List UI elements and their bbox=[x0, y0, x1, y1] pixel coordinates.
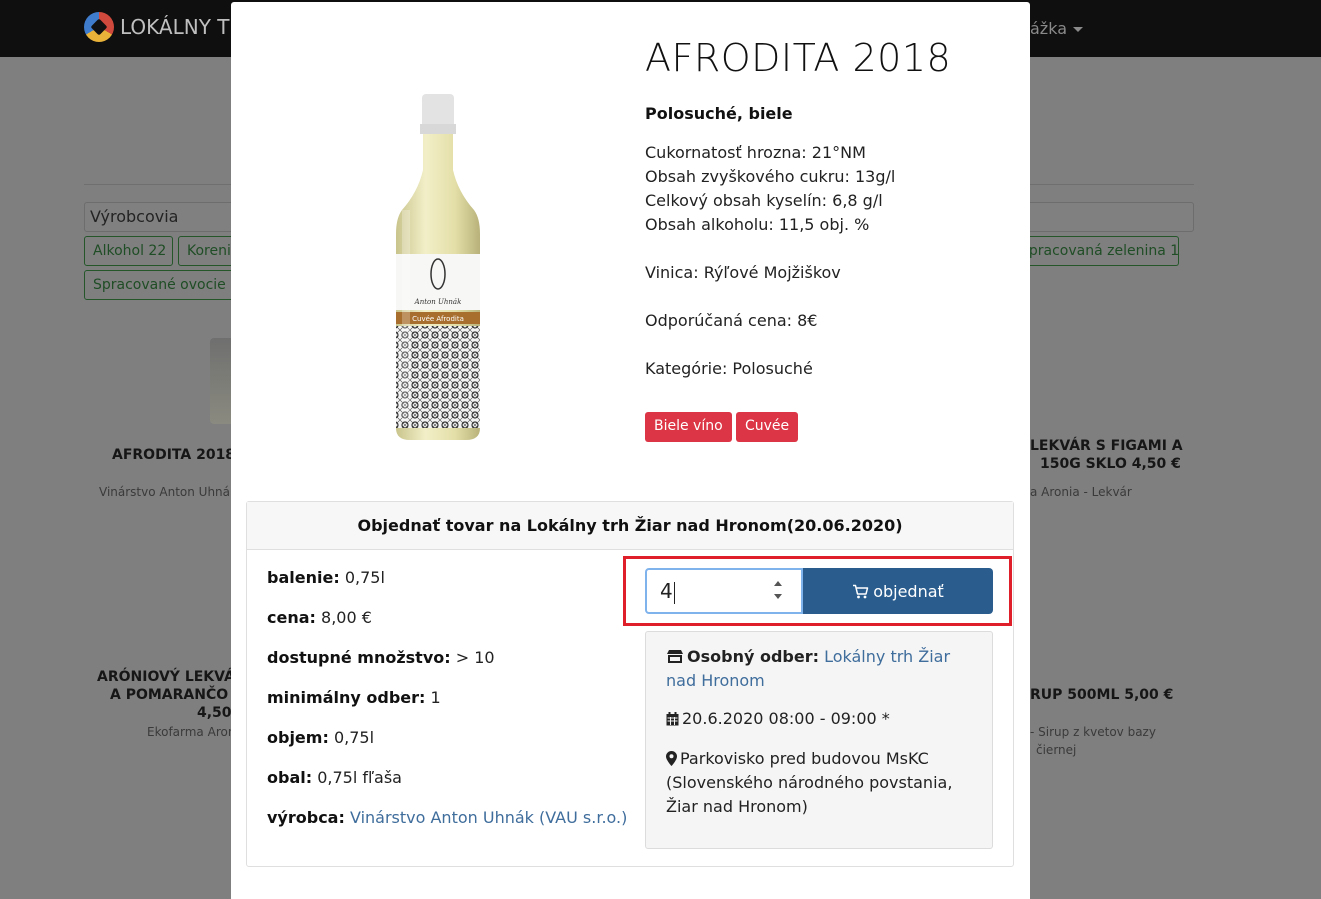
order-button-label: objednať bbox=[873, 581, 944, 601]
detail-value: 0,75l fľaša bbox=[317, 768, 402, 787]
detail-label: minimálny odber: bbox=[267, 688, 426, 707]
detail-label: výrobca: bbox=[267, 808, 345, 827]
filter-tag[interactable]: Alkohol 22 bbox=[84, 236, 173, 266]
pickup-datetime-text: 20.6.2020 08:00 - 09:00 * bbox=[682, 709, 890, 728]
detail-min-order: minimálny odber: 1 bbox=[267, 688, 441, 707]
spec-categories: Kategórie: Polosuché bbox=[645, 359, 813, 378]
brand-logo-icon bbox=[84, 12, 114, 42]
product-card-title[interactable]: AFRODITA 2018 bbox=[112, 447, 235, 463]
nav-dropdown-label: ážka bbox=[1030, 19, 1067, 38]
product-title: AFRODITA 2018 bbox=[645, 36, 952, 80]
quantity-stepper[interactable] bbox=[772, 580, 784, 602]
detail-producer: výrobca: Vinárstvo Anton Uhnák (VAU s.r.… bbox=[267, 808, 627, 827]
label-name: Cuvée Afrodita bbox=[412, 315, 464, 323]
badge-white-wine[interactable]: Biele víno bbox=[645, 412, 732, 442]
order-button[interactable]: objednať bbox=[803, 568, 993, 614]
pickup-address-line2: (Slovenského národného povstania, bbox=[666, 773, 953, 792]
store-icon bbox=[667, 650, 683, 663]
detail-value: 8,00 € bbox=[321, 608, 372, 627]
spec-winery: Vinica: Rýľové Mojžiškov bbox=[645, 263, 841, 282]
pickup-label: Osobný odber: bbox=[687, 647, 819, 666]
label-signature: Anton Uhnák bbox=[414, 298, 462, 306]
product-card-producer-line2: čiernej bbox=[1036, 743, 1077, 757]
spec-acids: Celkový obsah kyselín: 6,8 g/l bbox=[645, 191, 883, 210]
pickup-address: Parkovisko pred budovou MsKC (Slovenskéh… bbox=[666, 747, 952, 819]
product-card-title-line2[interactable]: 150G SKLO 4,50 € bbox=[1040, 456, 1181, 472]
product-card-producer: - Sirup z kvetov bazy bbox=[1030, 725, 1156, 739]
detail-availability: dostupné množstvo: > 10 bbox=[267, 648, 495, 667]
producer-link[interactable]: Vinárstvo Anton Uhnák (VAU s.r.o.) bbox=[350, 808, 627, 827]
order-header: Objednať tovar na Lokálny trh Žiar nad H… bbox=[247, 502, 1013, 550]
pickup-place-link[interactable]: Lokálny trh Žiar bbox=[824, 647, 950, 666]
detail-container: obal: 0,75l fľaša bbox=[267, 768, 402, 787]
filter-tag[interactable]: Spracované ovocie a bbox=[84, 270, 234, 300]
detail-volume: objem: 0,75l bbox=[267, 728, 374, 747]
product-card-producer: a Aronia - Lekvár bbox=[1030, 485, 1132, 499]
detail-label: cena: bbox=[267, 608, 316, 627]
brand-name: LOKÁLNY T bbox=[120, 15, 230, 39]
text-cursor bbox=[673, 581, 675, 604]
stepper-down-icon[interactable] bbox=[774, 594, 782, 599]
chevron-down-icon bbox=[1073, 27, 1083, 32]
detail-value: 0,75l bbox=[344, 568, 385, 587]
detail-packaging: balenie: 0,75l bbox=[267, 568, 385, 587]
detail-label: obal: bbox=[267, 768, 313, 787]
detail-label: objem: bbox=[267, 728, 329, 747]
pickup-address-line3: Žiar nad Hronom) bbox=[666, 797, 808, 816]
product-card-producer: Ekofarma Aron bbox=[147, 725, 236, 739]
brand[interactable]: LOKÁLNY T bbox=[84, 12, 230, 42]
detail-value: > 10 bbox=[455, 648, 495, 667]
map-marker-icon bbox=[666, 751, 677, 766]
product-card-title[interactable]: LEKVÁR S FIGAMI A bbox=[1030, 438, 1183, 454]
pickup-datetime: 20.6.2020 08:00 - 09:00 * bbox=[666, 707, 890, 731]
nav-dropdown[interactable]: ážka bbox=[1030, 19, 1083, 38]
pickup-address-line1: Parkovisko pred budovou MsKC bbox=[680, 749, 929, 768]
detail-label: dostupné množstvo: bbox=[267, 648, 451, 667]
spec-sugar-grapes: Cukornatosť hrozna: 21°NM bbox=[645, 143, 866, 162]
stepper-up-icon[interactable] bbox=[774, 581, 782, 586]
calendar-icon bbox=[666, 712, 679, 726]
spec-recommended-price: Odporúčaná cena: 8€ bbox=[645, 311, 818, 330]
filter-tag[interactable]: Koreni bbox=[178, 236, 234, 266]
badge-cuvee[interactable]: Cuvée bbox=[736, 412, 799, 442]
product-subtitle: Polosuché, biele bbox=[645, 104, 793, 123]
spec-residual-sugar: Obsah zvyškového cukru: 13g/l bbox=[645, 167, 896, 186]
product-card-title-line2[interactable]: A POMARANČO bbox=[110, 687, 228, 703]
detail-price: cena: 8,00 € bbox=[267, 608, 372, 627]
quantity-value: 4 bbox=[660, 579, 673, 603]
detail-label: balenie: bbox=[267, 568, 340, 587]
product-card-producer: Vinárstvo Anton Uhná bbox=[99, 485, 231, 499]
pickup-place-link-line2[interactable]: nad Hronom bbox=[666, 671, 765, 690]
product-card-title[interactable]: ARÓNIOVÝ LEKVÁ bbox=[97, 669, 235, 685]
filter-tag[interactable]: Spracovaná zelenina 1 bbox=[1012, 236, 1179, 266]
detail-value: 0,75l bbox=[333, 728, 375, 747]
product-card-title[interactable]: RUP 500ML 5,00 € bbox=[1030, 687, 1173, 703]
wine-bottle-image: Anton Uhnák Cuvée Afrodita bbox=[396, 94, 480, 440]
detail-value: 1 bbox=[430, 688, 441, 707]
spec-alcohol: Obsah alkoholu: 11,5 obj. % bbox=[645, 215, 870, 234]
pickup-place: Osobný odber: Lokálny trh Žiar nad Hrono… bbox=[666, 645, 950, 693]
product-card-title-line3[interactable]: 4,50 bbox=[197, 705, 232, 721]
cart-icon bbox=[853, 584, 869, 598]
